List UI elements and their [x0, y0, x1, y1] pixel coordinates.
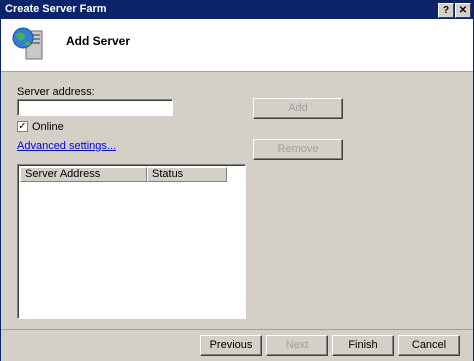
help-button[interactable]: ? — [438, 3, 454, 18]
close-button[interactable]: ✕ — [455, 3, 471, 18]
wizard-footer: Previous Next Finish Cancel — [1, 329, 473, 361]
server-address-label: Server address: — [17, 86, 95, 98]
wizard-header: Add Server — [1, 19, 473, 72]
advanced-settings-link[interactable]: Advanced settings... — [17, 140, 116, 152]
title-bar: Create Server Farm ? ✕ — [1, 1, 473, 19]
online-label: Online — [32, 121, 64, 133]
create-server-farm-dialog: Create Server Farm ? ✕ Add Server Server… — [0, 0, 474, 361]
server-globe-icon — [12, 27, 43, 60]
page-title: Add Server — [66, 34, 131, 48]
server-address-input[interactable] — [17, 99, 173, 116]
cancel-button[interactable]: Cancel — [398, 335, 460, 356]
previous-button[interactable]: Previous — [200, 335, 262, 356]
next-button[interactable]: Next — [266, 335, 328, 356]
remove-button[interactable]: Remove — [253, 139, 343, 160]
window-title: Create Server Farm — [5, 3, 107, 15]
column-header-server-address[interactable]: Server Address — [20, 167, 147, 182]
server-list[interactable]: Server Address Status — [17, 164, 246, 319]
online-checkbox[interactable]: ✓ — [17, 121, 28, 132]
finish-button[interactable]: Finish — [332, 335, 394, 356]
add-button[interactable]: Add — [253, 98, 343, 119]
column-header-status[interactable]: Status — [147, 167, 227, 182]
